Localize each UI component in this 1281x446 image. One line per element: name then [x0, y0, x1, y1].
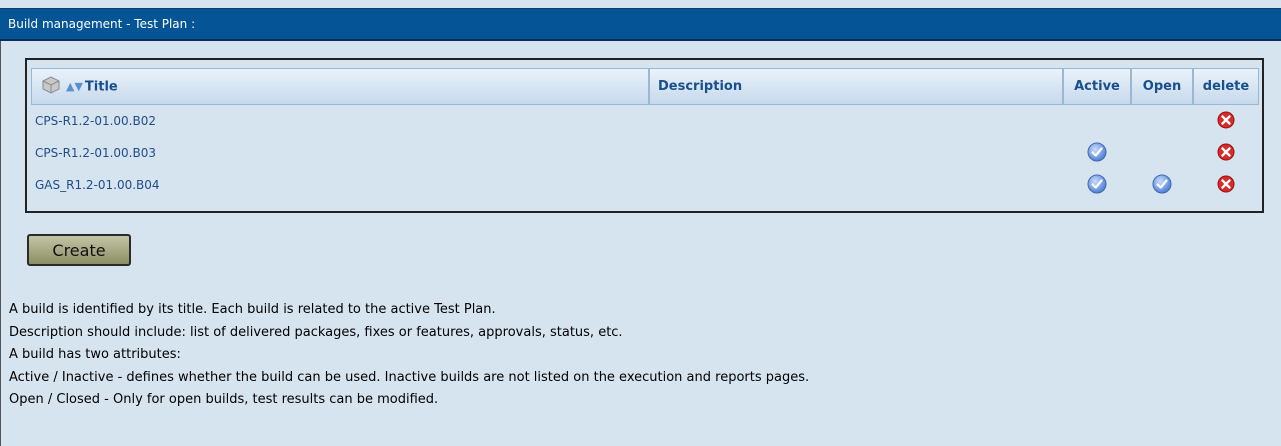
- create-button[interactable]: Create: [27, 234, 131, 266]
- build-delete-cell: [1193, 169, 1259, 201]
- table-row: GAS_R1.2-01.00.B04: [31, 169, 1259, 201]
- help-text: A build is identified by its title. Each…: [9, 299, 1269, 412]
- help-line: Open / Closed - Only for open builds, te…: [9, 392, 439, 407]
- builds-table-container: ▲▼ Title Description Active Open delete C…: [25, 58, 1264, 213]
- delete-x-icon[interactable]: [1217, 175, 1235, 196]
- check-circle-icon: [1087, 142, 1107, 165]
- left-divider: [0, 41, 1, 446]
- column-label-title: Title: [84, 79, 118, 94]
- build-description: [649, 137, 1063, 169]
- table-row: CPS-R1.2-01.00.B02: [31, 105, 1259, 137]
- builds-table: ▲▼ Title Description Active Open delete C…: [31, 68, 1259, 201]
- table-row: CPS-R1.2-01.00.B03: [31, 137, 1259, 169]
- column-header-delete: delete: [1193, 68, 1259, 105]
- cube-toggle-icon[interactable]: [40, 75, 62, 99]
- delete-x-icon[interactable]: [1217, 111, 1235, 132]
- build-delete-cell: [1193, 105, 1259, 137]
- check-circle-icon: [1152, 174, 1172, 197]
- column-header-active: Active: [1063, 68, 1131, 105]
- page-title: Build management - Test Plan :: [0, 8, 1281, 41]
- help-line: A build is identified by its title. Each…: [9, 302, 496, 317]
- column-header-title[interactable]: ▲▼ Title: [31, 68, 649, 105]
- build-title-link[interactable]: CPS-R1.2-01.00.B03: [31, 137, 649, 169]
- builds-table-body: CPS-R1.2-01.00.B02 CPS-R1.2-01.00.B03 GAS_…: [31, 105, 1259, 201]
- help-line: A build has two attributes:: [9, 347, 181, 362]
- column-header-open: Open: [1131, 68, 1193, 105]
- help-line: Description should include: list of deli…: [9, 324, 623, 340]
- help-line: Active / Inactive - defines whether the …: [9, 369, 810, 385]
- delete-x-icon[interactable]: [1217, 143, 1235, 164]
- build-title-link[interactable]: GAS_R1.2-01.00.B04: [31, 169, 649, 201]
- build-active-cell: [1063, 105, 1131, 137]
- build-title-link[interactable]: CPS-R1.2-01.00.B02: [31, 105, 649, 137]
- build-open-cell: [1131, 137, 1193, 169]
- build-active-cell: [1063, 169, 1131, 201]
- page: Build management - Test Plan : ▲▼ Title D…: [0, 0, 1281, 446]
- table-header-row: ▲▼ Title Description Active Open delete: [31, 68, 1259, 105]
- build-open-cell: [1131, 169, 1193, 201]
- check-circle-icon: [1087, 174, 1107, 197]
- build-delete-cell: [1193, 137, 1259, 169]
- build-description: [649, 169, 1063, 201]
- sort-arrows-icon[interactable]: ▲▼: [66, 80, 83, 93]
- build-open-cell: [1131, 105, 1193, 137]
- column-header-description: Description: [649, 68, 1063, 105]
- build-active-cell: [1063, 137, 1131, 169]
- build-description: [649, 105, 1063, 137]
